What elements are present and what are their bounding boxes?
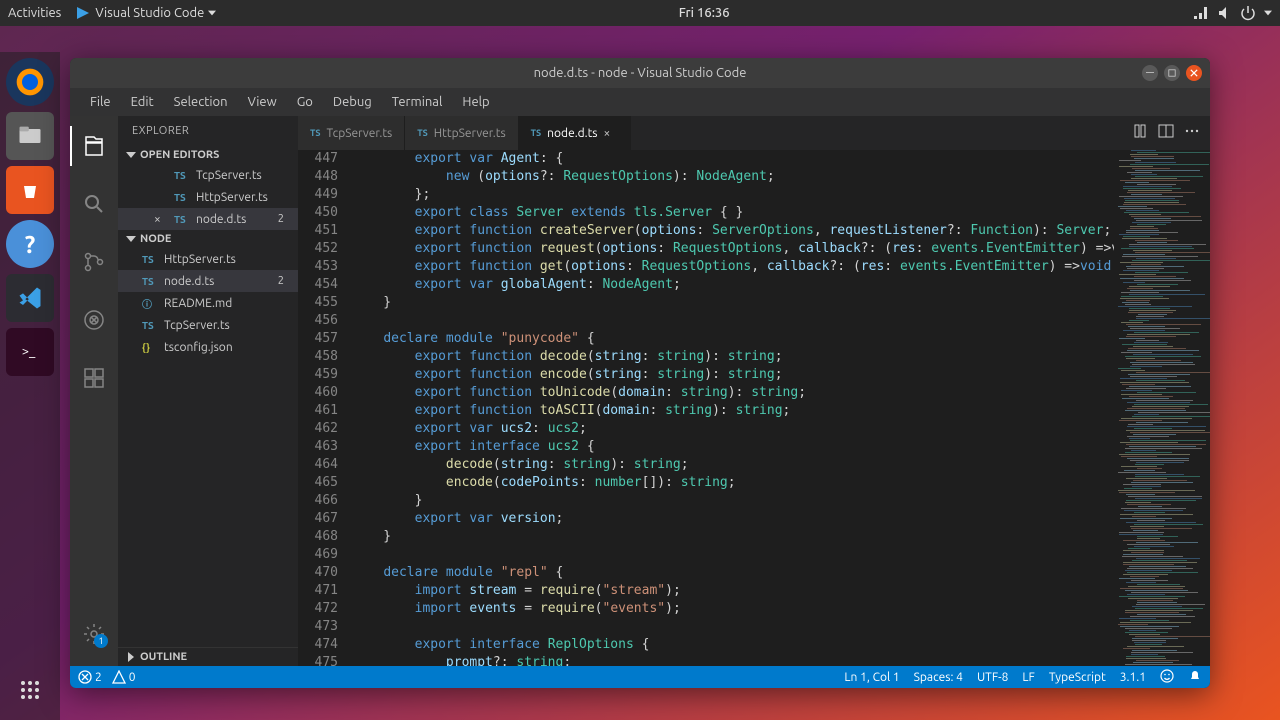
ubuntu-dock: ? >_: [0, 52, 60, 720]
editor-tab[interactable]: TSTcpServer.ts: [298, 116, 405, 150]
svg-text:>_: >_: [22, 345, 36, 359]
activity-settings[interactable]: 1: [70, 614, 118, 654]
activity-search[interactable]: [70, 184, 118, 224]
open-editor-item[interactable]: ×TSnode.d.ts2: [118, 208, 298, 230]
menu-view[interactable]: View: [240, 91, 285, 113]
status-errors[interactable]: 2: [78, 670, 102, 684]
titlebar[interactable]: node.d.ts - node - Visual Studio Code: [70, 58, 1210, 88]
window-title: node.d.ts - node - Visual Studio Code: [70, 66, 1210, 80]
dock-terminal[interactable]: >_: [6, 328, 54, 376]
clock[interactable]: Fri 16:36: [216, 6, 1192, 20]
compare-changes-icon[interactable]: [1132, 123, 1148, 143]
vscode-window: node.d.ts - node - Visual Studio Code Fi…: [70, 58, 1210, 688]
power-icon[interactable]: [1240, 5, 1256, 21]
gnome-topbar: Activities Visual Studio Code Fri 16:36: [0, 0, 1280, 26]
menu-help[interactable]: Help: [454, 91, 497, 113]
status-lang[interactable]: TypeScript: [1049, 671, 1106, 684]
editor-area: TSTcpServer.tsTSHttpServer.tsTSnode.d.ts…: [298, 116, 1210, 666]
menu-terminal[interactable]: Terminal: [384, 91, 451, 113]
code-editor[interactable]: 4474484494504514524534544554564574584594…: [298, 150, 1114, 666]
menubar: File Edit Selection View Go Debug Termin…: [70, 88, 1210, 116]
statusbar: 2 0 Ln 1, Col 1 Spaces: 4 UTF-8 LF TypeS…: [70, 666, 1210, 688]
current-app-menu[interactable]: Visual Studio Code: [75, 5, 216, 21]
network-icon[interactable]: [1192, 5, 1208, 21]
minimap[interactable]: [1114, 150, 1210, 666]
menu-file[interactable]: File: [82, 91, 119, 113]
menu-edit[interactable]: Edit: [123, 91, 162, 113]
project-file-item[interactable]: TSTcpServer.ts: [118, 314, 298, 336]
status-warnings[interactable]: 0: [112, 670, 136, 684]
dock-files[interactable]: [6, 112, 54, 160]
open-editor-item[interactable]: ×TSTcpServer.ts: [118, 164, 298, 186]
activity-debug[interactable]: [70, 300, 118, 340]
section-outline[interactable]: OUTLINE: [118, 648, 298, 666]
sidebar-explorer: EXPLORER OPEN EDITORS ×TSTcpServer.ts×TS…: [118, 116, 298, 666]
sidebar-title: EXPLORER: [118, 116, 298, 146]
project-file-item[interactable]: TSHttpServer.ts: [118, 248, 298, 270]
window-close[interactable]: [1186, 65, 1202, 81]
section-open-editors[interactable]: OPEN EDITORS: [118, 146, 298, 164]
status-tsversion[interactable]: 3.1.1: [1120, 671, 1146, 684]
editor-tab[interactable]: TSnode.d.ts×: [519, 116, 631, 150]
settings-badge: 1: [94, 634, 108, 648]
menu-debug[interactable]: Debug: [325, 91, 380, 113]
status-encoding[interactable]: UTF-8: [977, 671, 1008, 684]
editor-tab[interactable]: TSHttpServer.ts: [405, 116, 518, 150]
more-actions-icon[interactable]: [1184, 123, 1200, 143]
window-maximize[interactable]: [1164, 65, 1180, 81]
editor-tabs: TSTcpServer.tsTSHttpServer.tsTSnode.d.ts…: [298, 116, 1210, 150]
project-file-item[interactable]: ⓘREADME.md: [118, 292, 298, 314]
split-editor-icon[interactable]: [1158, 123, 1174, 143]
menu-go[interactable]: Go: [289, 91, 321, 113]
dock-vscode[interactable]: [6, 274, 54, 322]
project-file-item[interactable]: {}tsconfig.json: [118, 336, 298, 358]
project-file-item[interactable]: TSnode.d.ts2: [118, 270, 298, 292]
activity-extensions[interactable]: [70, 358, 118, 398]
menu-selection[interactable]: Selection: [166, 91, 236, 113]
chevron-down-icon: [1264, 9, 1272, 17]
status-lncol[interactable]: Ln 1, Col 1: [844, 671, 899, 684]
activity-bar: 1: [70, 116, 118, 666]
dock-help[interactable]: ?: [6, 220, 54, 268]
open-editor-item[interactable]: ×TSHttpServer.ts: [118, 186, 298, 208]
activity-explorer[interactable]: [70, 126, 118, 166]
dock-firefox[interactable]: [6, 58, 54, 106]
activity-scm[interactable]: [70, 242, 118, 282]
window-minimize[interactable]: [1142, 65, 1158, 81]
dock-show-apps[interactable]: [6, 666, 54, 714]
volume-icon[interactable]: [1216, 5, 1232, 21]
section-node[interactable]: NODE: [118, 230, 298, 248]
status-bell-icon[interactable]: [1188, 669, 1202, 686]
activities-button[interactable]: Activities: [8, 6, 61, 20]
dock-software[interactable]: [6, 166, 54, 214]
status-feedback-icon[interactable]: [1160, 669, 1174, 686]
status-spaces[interactable]: Spaces: 4: [914, 671, 963, 684]
status-eol[interactable]: LF: [1022, 671, 1034, 684]
